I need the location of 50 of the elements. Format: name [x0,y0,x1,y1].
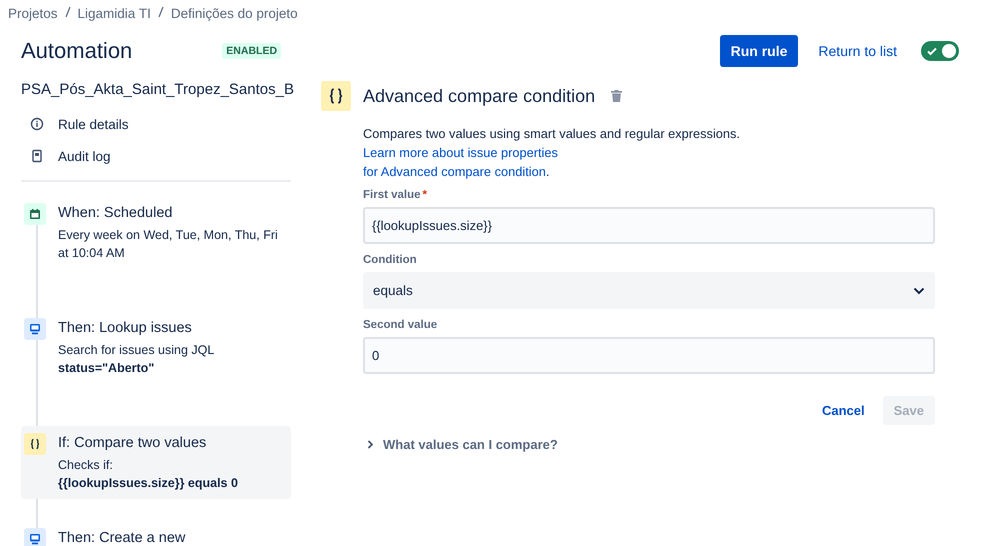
rule-step[interactable]: If: Compare two values Checks if: {{lookupIssues.size}} equals 0 [21,426,291,499]
required-marker: * [422,189,428,201]
field-label: Condition [363,254,417,266]
breadcrumb-link[interactable]: Projetos [8,6,58,21]
monitor-icon [24,318,46,340]
learn-more-link[interactable]: for Advanced compare condition [363,164,546,179]
input-field[interactable]: {{lookupIssues.size}} [363,207,935,244]
step-description: status="Aberto" [58,360,156,377]
sidebar-link[interactable]: Rule details [21,108,303,140]
run-rule-button[interactable]: Run rule [720,35,798,67]
chevron-down-icon [913,286,925,294]
step-title: Then: Lookup issues [58,320,193,336]
delete-icon[interactable] [611,90,622,102]
step-description: Search for issues using JQL [58,342,214,359]
step-description: Every week on Wed, Tue, Mon, Thu, Fri at 10:04 AM [58,227,279,262]
breadcrumb-separator [158,6,164,18]
info-icon [30,117,44,131]
field-label: First value [363,189,421,201]
rule-step[interactable]: When: Scheduled Every week on Wed, Tue, Mon, Thu, Fri at 10:04 AM [21,196,291,269]
step-title: If: Compare two values [58,435,208,451]
chevron-right-icon [367,440,374,449]
panel-title: Advanced compare condition [363,86,596,106]
panel-description: Compares two values using smart values and regular expressions. [363,126,740,141]
step-description: Checks if: [58,457,114,474]
rule-name: PSA_Pós_Akta_Saint_Tropez_Santos_B [21,81,295,98]
field-label: Second value [363,319,438,331]
breadcrumb-link[interactable]: Definições do projeto [170,6,298,21]
status-lozenge: ENABLED [222,43,282,59]
learn-more-link[interactable]: Learn more about issue properties [363,145,558,160]
step-title: Then: Create a new [58,530,186,546]
input-field[interactable]: 0 [363,337,935,374]
help-expander[interactable]: What values can I compare? [367,437,558,452]
calendar-icon [24,203,46,225]
enable-toggle[interactable] [921,41,959,61]
return-to-list-link[interactable]: Return to list [818,43,897,59]
rule-step[interactable]: Then: Lookup issues Search for issues using JQL status="Aberto" [21,311,291,384]
step-title: When: Scheduled [58,205,174,221]
step-description: {{lookupIssues.size}} equals 0 [58,475,238,492]
sidebar-link[interactable]: Audit log [21,140,303,172]
braces-icon [24,433,46,455]
breadcrumb-link[interactable]: Ligamidia TI [78,6,151,21]
checkmark-icon [926,45,938,57]
rule-step[interactable]: Then: Create a new [21,521,291,546]
braces-icon [321,81,351,111]
breadcrumb-separator [64,6,71,18]
cancel-button[interactable]: Cancel [818,396,869,425]
condition-select[interactable]: equals [363,272,935,309]
sentence-period: . [546,164,550,179]
document-icon [30,149,44,163]
page-title: Automation [21,38,132,64]
